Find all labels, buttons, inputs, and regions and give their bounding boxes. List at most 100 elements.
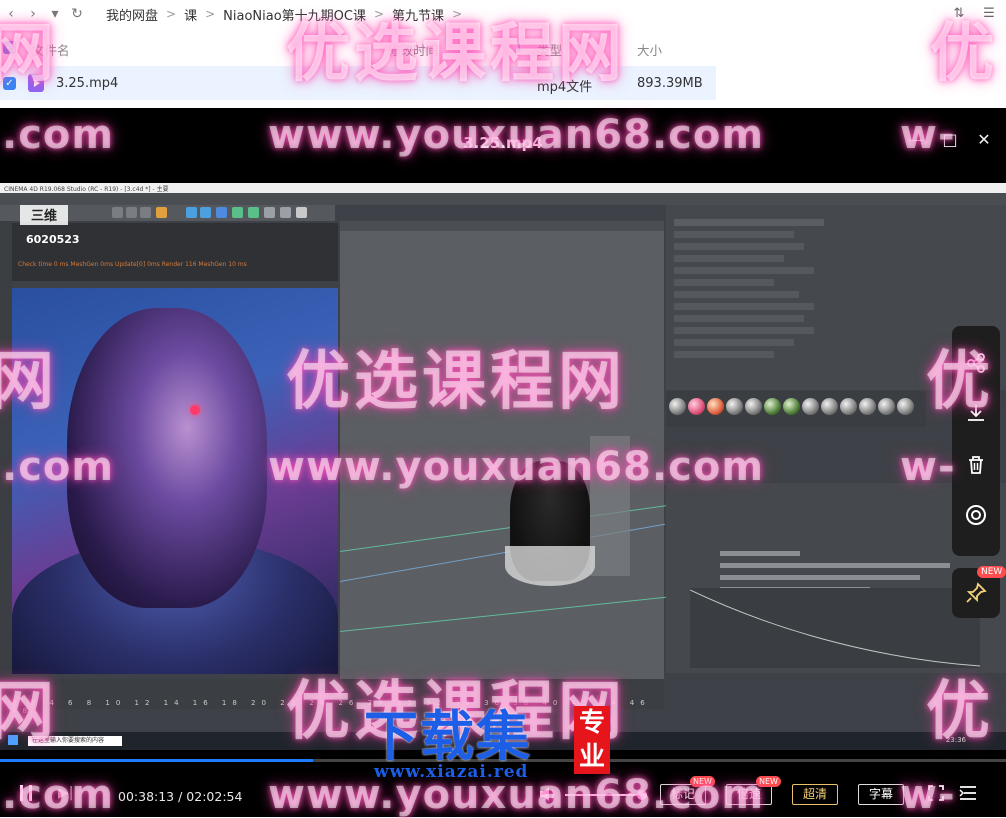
volume-slider[interactable] — [565, 794, 645, 796]
channel-number: 6020523 — [26, 233, 80, 246]
logo-text: 下载集 — [364, 704, 532, 768]
material-swatch — [802, 398, 819, 415]
trash-icon[interactable] — [952, 442, 1000, 488]
breadcrumb-item[interactable]: NiaoNiao第十九期OC课 — [221, 5, 368, 24]
column-type[interactable]: 类型 — [537, 40, 562, 59]
object-row — [674, 303, 814, 310]
column-size[interactable]: 大小 — [637, 40, 662, 59]
refresh-button[interactable]: ↻ — [66, 3, 88, 25]
sort-arrow-icon: ↓ — [514, 40, 525, 55]
column-modified[interactable]: 修改时间 — [388, 40, 438, 59]
object-row — [674, 267, 814, 274]
logo-badge: 专业 — [574, 706, 610, 774]
next-icon[interactable]: ▶| — [58, 785, 73, 801]
select-all-checkbox[interactable]: ✓ — [3, 41, 16, 54]
material-swatch — [688, 398, 705, 415]
player-title: 3.25.mp4 — [463, 134, 543, 152]
material-swatch — [669, 398, 686, 415]
list-header: ✓ 文件名 修改时间 ↓ 类型 大小 — [0, 34, 1006, 60]
taskbar-search: 在这里输入你要搜索的内容 — [28, 736, 122, 746]
tool-icon — [200, 207, 211, 218]
tool-icon — [216, 207, 227, 218]
playlist-icon[interactable] — [958, 783, 978, 803]
tool-icon — [280, 207, 291, 218]
object-row — [674, 231, 794, 238]
3d-viewport — [339, 221, 669, 679]
viewport-header — [340, 221, 664, 231]
breadcrumb-item[interactable]: 第九节课 — [390, 5, 446, 24]
mark-new-badge: NEW — [690, 776, 715, 787]
material-swatch — [897, 398, 914, 415]
video-frame[interactable]: CINEMA 4D R19.068 Studio (RC - R19) - [3… — [0, 183, 1006, 750]
viewport-model-skirt — [505, 546, 595, 586]
render-eye — [190, 405, 200, 415]
toolbar: ‹ › ▾ ↻ 我的网盘 > 课 > NiaoNiao第十九期OC课 > 第九节… — [0, 0, 1006, 28]
file-browser: ‹ › ▾ ↻ 我的网盘 > 课 > NiaoNiao第十九期OC课 > 第九节… — [0, 0, 1006, 108]
breadcrumb-separator: > — [166, 7, 177, 21]
breadcrumb: 我的网盘 > 课 > NiaoNiao第十九期OC课 > 第九节课 > — [104, 5, 468, 24]
mark-button[interactable]: 标记 — [660, 784, 706, 805]
material-swatch — [707, 398, 724, 415]
volume-knob[interactable] — [637, 790, 647, 800]
windows-start-icon — [8, 735, 18, 745]
pin-icon — [966, 582, 987, 603]
viewport-plane — [590, 436, 630, 576]
material-swatch — [745, 398, 762, 415]
breadcrumb-item[interactable]: 课 — [182, 5, 199, 24]
c4d-left-toolbar — [0, 221, 12, 721]
object-row — [674, 351, 774, 358]
speed-button[interactable]: 倍速 — [726, 784, 772, 805]
material-swatch — [840, 398, 857, 415]
pause-button[interactable] — [16, 782, 36, 804]
forward-button[interactable]: › — [22, 3, 44, 25]
tool-icon — [126, 207, 137, 218]
fullscreen-icon[interactable] — [926, 783, 946, 803]
download-icon[interactable] — [952, 390, 1000, 436]
material-swatch — [726, 398, 743, 415]
subtitle-button[interactable]: 字幕 — [858, 784, 904, 805]
render-info: Check time 0 ms MeshGen 0ms Update[0] 0m… — [18, 261, 247, 268]
time-display: 00:38:13 / 02:02:54 — [118, 789, 243, 804]
breadcrumb-separator: > — [205, 7, 216, 21]
file-row[interactable]: ✓ 3.25.mp4 mp4文件 893.39MB — [0, 66, 716, 100]
tool-icon — [156, 207, 167, 218]
target-icon[interactable] — [952, 492, 1000, 538]
tool-icon — [248, 207, 259, 218]
minimize-icon[interactable]: — — [908, 130, 924, 149]
object-row — [674, 279, 774, 286]
close-icon[interactable]: ✕ — [976, 130, 992, 149]
c4d-menubar — [0, 193, 1006, 205]
file-name[interactable]: 3.25.mp4 — [56, 76, 118, 91]
maximize-icon[interactable]: □ — [942, 130, 958, 149]
tool-icon — [186, 207, 197, 218]
list-view-icon[interactable]: ☰ — [980, 3, 998, 23]
material-swatch — [783, 398, 800, 415]
history-dropdown-icon[interactable]: ▾ — [44, 3, 66, 25]
pin-new-badge: NEW — [977, 566, 1006, 578]
row-checkbox[interactable]: ✓ — [3, 77, 16, 90]
c4d-app-title: CINEMA 4D R19.068 Studio (RC - R19) - [3… — [4, 186, 169, 193]
attribute-slider — [720, 563, 950, 568]
logo-url: www.xiazai.red — [374, 762, 529, 782]
column-name[interactable]: 文件名 — [32, 40, 70, 59]
render-preview — [12, 288, 338, 674]
falloff-graph — [690, 588, 980, 668]
share-icon[interactable] — [952, 340, 1000, 386]
side-toolbar — [952, 326, 1000, 556]
quality-button[interactable]: 超清 — [792, 784, 838, 805]
tool-icon — [264, 207, 275, 218]
breadcrumb-separator: > — [373, 7, 385, 21]
guide-line — [339, 596, 669, 632]
taskbar-clock: 23:36 — [945, 736, 966, 744]
sort-icon[interactable]: ⇅ — [950, 3, 968, 23]
c4d-titlebar: CINEMA 4D R19.068 Studio (RC - R19) - [3… — [0, 183, 1006, 193]
object-row — [674, 315, 804, 322]
attribute-slider — [720, 575, 920, 580]
object-row — [674, 243, 804, 250]
svg-text:三维: 三维 — [31, 208, 57, 224]
tool-icon — [112, 207, 123, 218]
tool-icon — [140, 207, 151, 218]
breadcrumb-item[interactable]: 我的网盘 — [104, 5, 160, 24]
material-swatch — [821, 398, 838, 415]
back-button[interactable]: ‹ — [0, 3, 22, 25]
